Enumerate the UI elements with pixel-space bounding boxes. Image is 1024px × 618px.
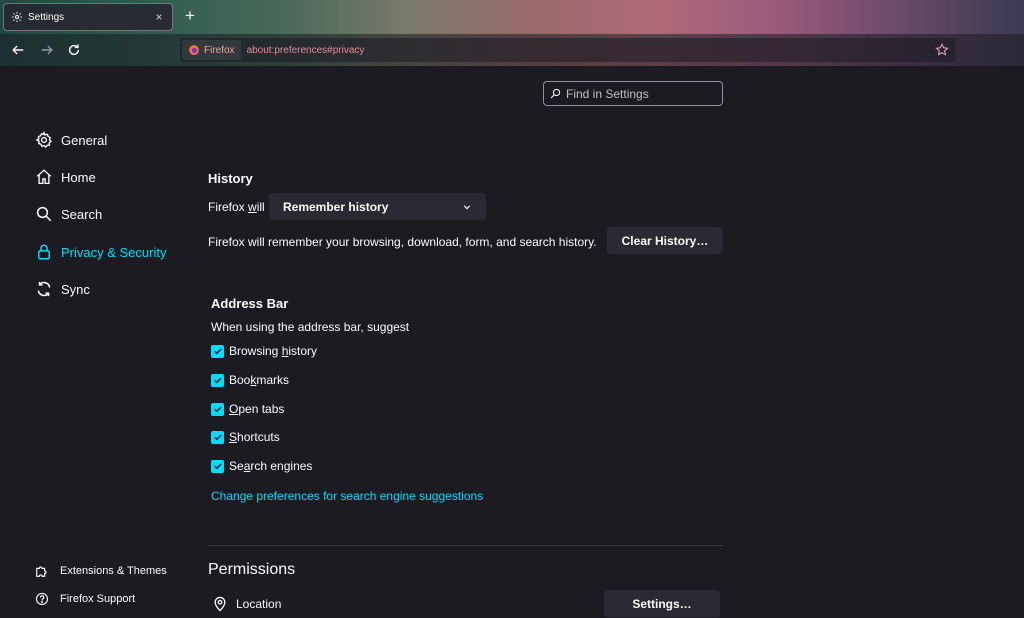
history-mode-label-suffix: ill [256,200,265,214]
firefox-logo-icon [189,45,199,55]
location-label: Location [236,597,282,611]
checkbox-label-accel: S [229,430,238,444]
location-settings-button[interactable]: Settings… [604,590,720,617]
checkmark-icon [213,348,222,355]
sidebar-item-label: Sync [61,281,90,297]
sidebar-item-label: Search [61,206,103,222]
sidebar-extensions-themes[interactable]: Extensions & Themes [34,562,167,580]
sidebar-item-sync[interactable]: Sync [34,278,90,300]
browsing-history-checkbox[interactable] [211,344,224,358]
checkbox-label: Bookmarks [229,373,289,387]
checkmark-icon [213,406,222,413]
identity-box[interactable]: Firefox [182,40,241,60]
lock-icon [34,242,54,262]
history-mode-label-prefix: Firefox [208,200,249,214]
forward-button[interactable] [37,40,57,60]
checkbox-label-post: istory [288,344,318,358]
arrow-left-icon [12,45,24,55]
search-icon [550,88,561,99]
search-engines-checkbox-row[interactable]: Search engines [211,458,312,474]
open-tabs-checkbox-row[interactable]: Open tabs [211,401,284,417]
checkbox-label-post: hortcuts [237,430,280,444]
address-bar-subheading: When using the address bar, suggest [211,320,410,334]
history-mode-value: Remember history [283,199,389,214]
checkbox-label: Browsing history [229,344,317,358]
back-button[interactable] [8,40,28,60]
section-divider [208,545,723,546]
sidebar-item-home[interactable]: Home [34,166,96,188]
open-tabs-checkbox[interactable] [211,402,224,416]
checkbox-label-post: marks [256,373,290,387]
history-mode-label: Firefox will [208,200,265,214]
sidebar-item-search[interactable]: Search [34,203,102,225]
sidebar-footer-label: Extensions & Themes [60,565,167,577]
checkbox-label-accel: O [229,402,239,416]
sync-icon [34,279,54,299]
permission-location: Location [212,595,281,613]
chevron-down-icon [463,204,471,209]
search-icon [34,204,54,224]
help-icon [34,591,50,607]
new-tab-button[interactable]: + [181,6,199,26]
tab-settings[interactable]: Settings × [3,3,173,31]
search-box[interactable] [543,81,723,106]
permissions-heading: Permissions [208,561,296,578]
sidebar-item-label: General [61,132,108,148]
checkbox-label-post: pen tabs [238,402,285,416]
sidebar-firefox-support[interactable]: Firefox Support [34,590,135,608]
checkbox-label-post: rch engines [250,459,313,473]
checkbox-label: Shortcuts [229,430,280,444]
checkbox-label-pre: Se [229,459,244,473]
shortcuts-checkbox[interactable] [211,430,224,444]
shortcuts-checkbox-row[interactable]: Shortcuts [211,429,280,445]
checkbox-label: Search engines [229,459,312,473]
checkbox-label-pre: Browsing [229,344,282,358]
url-text[interactable]: about:preferences#privacy [247,45,934,56]
checkbox-label: Open tabs [229,402,284,416]
location-pin-icon [212,595,228,613]
checkmark-icon [213,463,222,470]
sidebar-item-label: Home [61,169,96,185]
arrow-right-icon [41,45,53,55]
history-heading: History [208,171,253,186]
address-bar-heading: Address Bar [211,296,289,311]
search-engines-checkbox[interactable] [211,459,224,473]
bookmarks-checkbox[interactable] [211,373,224,387]
home-icon [34,167,54,187]
history-mode-select[interactable]: Remember history [269,193,486,220]
checkmark-icon [213,434,222,441]
reload-icon [68,44,80,56]
sidebar-item-privacy-security[interactable]: Privacy & Security [34,241,166,263]
reload-button[interactable] [64,40,84,60]
bookmarks-checkbox-row[interactable]: Bookmarks [211,372,289,388]
tab-title: Settings [28,11,65,23]
star-icon[interactable] [934,42,950,58]
sidebar-footer-label: Firefox Support [60,593,136,605]
tab-strip: Settings × + [0,0,1024,34]
history-mode-label-accel: w [248,200,257,214]
identity-label: Firefox [204,44,235,56]
clear-history-button[interactable]: Clear History… [607,227,723,254]
search-input[interactable] [566,86,716,101]
close-tab-icon[interactable]: × [152,10,166,24]
puzzle-icon [34,563,50,579]
browsing-history-checkbox-row[interactable]: Browsing history [211,343,317,359]
search-suggestions-link[interactable]: Change preferences for search engine sug… [211,489,483,503]
url-bar[interactable]: Firefox about:preferences#privacy [180,38,956,62]
sidebar-item-general[interactable]: General [34,129,107,151]
sidebar-item-label: Privacy & Security [61,244,167,260]
history-description: Firefox will remember your browsing, dow… [208,235,597,249]
checkbox-label-pre: Boo [229,373,251,387]
gear-icon [10,10,24,24]
checkmark-icon [213,377,222,384]
browser-chrome: Settings × + Firefox about:preferences#p… [0,0,1024,66]
gear-icon [34,130,54,150]
